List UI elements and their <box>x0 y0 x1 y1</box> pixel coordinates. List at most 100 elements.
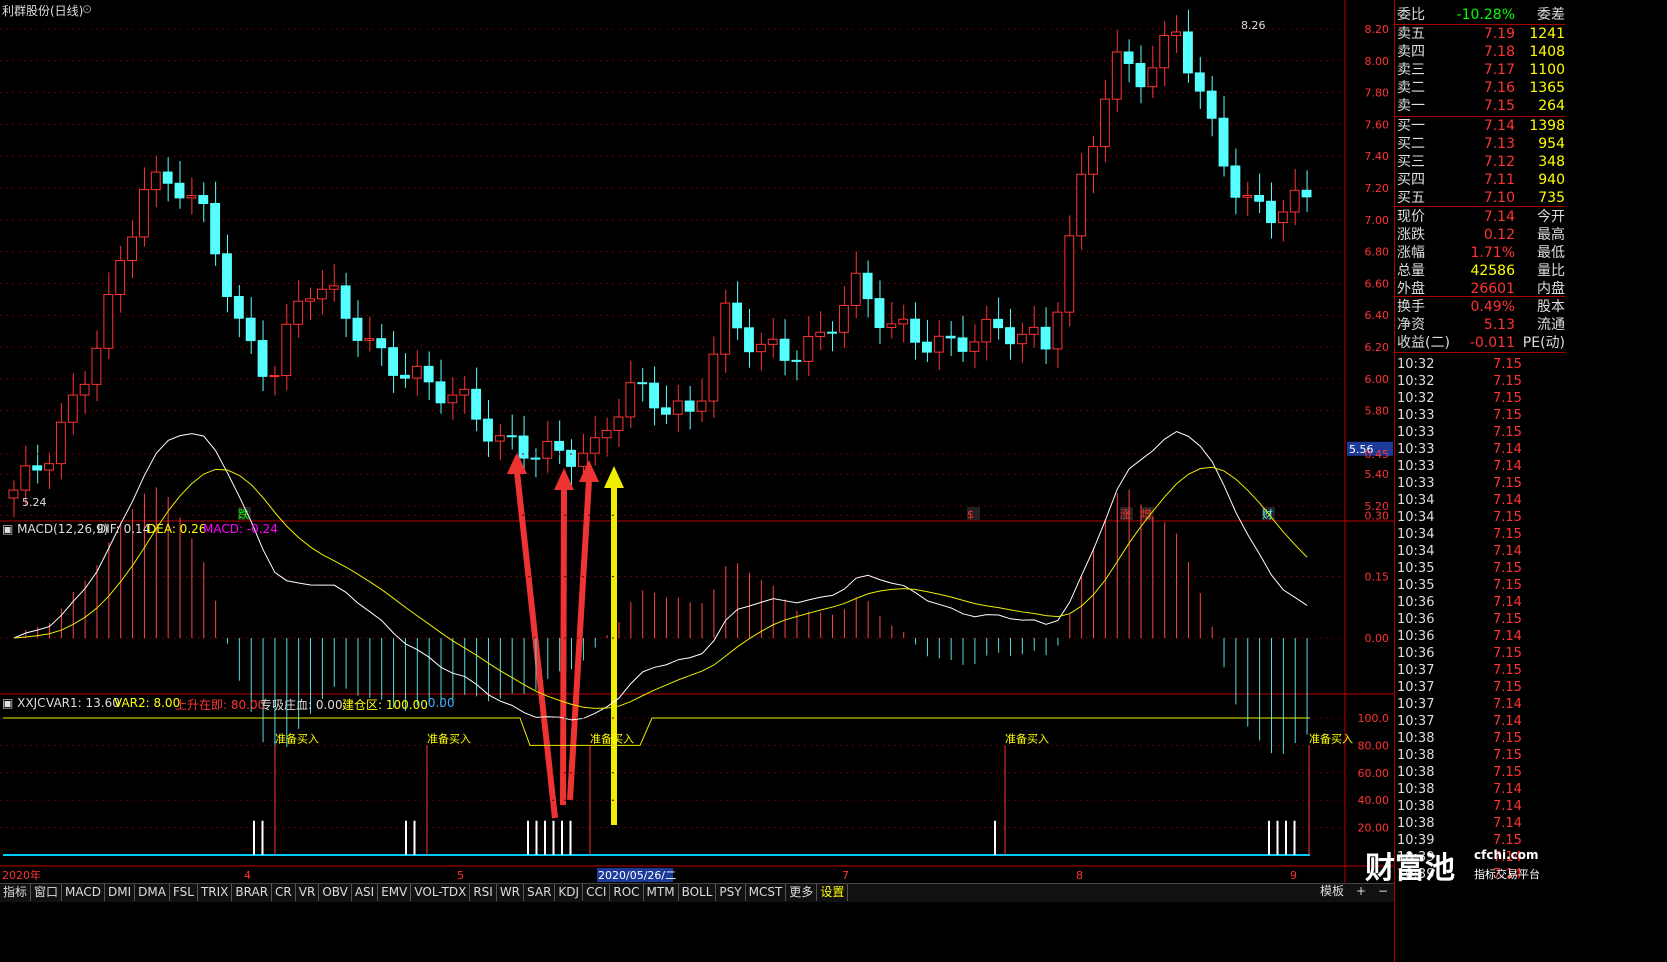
signal-arrowhead <box>554 468 574 490</box>
candle-body <box>305 298 315 302</box>
chevron-down-icon[interactable]: ⊙ <box>82 2 92 16</box>
kline-chart-area[interactable]: 8.20 8.00 7.80 7.60 7.40 7.20 7.00 6.80 6.60 6.40… <box>0 0 1394 883</box>
tick-price: 7.15 <box>1493 527 1522 542</box>
tab-指标[interactable]: 指标 <box>0 884 32 901</box>
candle-body <box>933 335 944 353</box>
tick-price: 7.15 <box>1493 731 1522 746</box>
tab-BOLL[interactable]: BOLL <box>679 884 717 901</box>
tick-price: 7.14 <box>1493 442 1522 457</box>
tab-CR[interactable]: CR <box>272 884 296 901</box>
quote-row: 买二 7.13 954 <box>1395 135 1565 153</box>
quote-value: 0.49% <box>1470 299 1515 315</box>
low-price-label: 5.24 <box>22 496 47 509</box>
candle-body <box>494 435 505 442</box>
candle-body <box>1064 235 1075 313</box>
candle-body <box>1159 35 1170 69</box>
tab-OBV[interactable]: OBV <box>319 884 352 901</box>
tab-CCI[interactable]: CCI <box>583 884 611 901</box>
tick-price: 7.14 <box>1493 714 1522 729</box>
tab-RSI[interactable]: RSI <box>470 884 497 901</box>
tick-time: 10:38 <box>1397 816 1435 831</box>
candle-body <box>791 359 802 362</box>
quote-volume: 流通 <box>1537 317 1565 333</box>
tick-time: 10:35 <box>1397 561 1435 576</box>
quote-row: 买四 7.11 940 <box>1395 171 1565 189</box>
tab-VR[interactable]: VR <box>296 884 320 901</box>
tick-row: 10:38 7.15 <box>1395 764 1565 781</box>
tick-time: 10:33 <box>1397 425 1435 440</box>
quote-volume: 264 <box>1538 98 1565 114</box>
tab-WR[interactable]: WR <box>497 884 525 901</box>
tick-row: 10:33 7.15 <box>1395 424 1565 441</box>
tick-time: 10:33 <box>1397 442 1435 457</box>
template-button[interactable]: 模板 <box>1320 883 1344 901</box>
tab-MCST[interactable]: MCST <box>746 884 787 901</box>
quote-label: 买一 <box>1397 118 1425 134</box>
quote-row: 换手 0.49% 股本 <box>1395 298 1565 316</box>
signal-label: 准备买入 <box>1309 731 1353 745</box>
quote-divider <box>1395 24 1565 25</box>
candle-body <box>1111 51 1122 100</box>
tab-KDJ[interactable]: KDJ <box>555 884 584 901</box>
candle-body <box>376 338 387 349</box>
candle-body <box>732 302 743 329</box>
quote-value: 42586 <box>1470 263 1515 279</box>
tab-ROC[interactable]: ROC <box>610 884 644 901</box>
tab-FSL[interactable]: FSL <box>170 884 198 901</box>
tab-MACD[interactable]: MACD <box>62 884 106 901</box>
tick-time: 10:32 <box>1397 391 1435 406</box>
tab-MTM[interactable]: MTM <box>644 884 679 901</box>
quote-value: 7.19 <box>1483 26 1515 42</box>
price-tick-label: 6.80 <box>1365 246 1390 259</box>
candle-body <box>245 317 256 342</box>
candle-body <box>601 429 612 439</box>
tick-row: 10:32 7.15 <box>1395 356 1565 373</box>
tab-BRAR[interactable]: BRAR <box>232 884 273 901</box>
tab-VOL-TDX[interactable]: VOL-TDX <box>411 884 471 901</box>
price-tick-label: 6.20 <box>1365 341 1390 354</box>
tab-DMA[interactable]: DMA <box>135 884 170 901</box>
quote-value: 0.12 <box>1483 227 1515 243</box>
tick-time: 10:34 <box>1397 510 1435 525</box>
candle-body <box>637 382 648 385</box>
tab-窗口[interactable]: 窗口 <box>31 884 63 901</box>
tick-row: 10:38 7.14 <box>1395 781 1565 798</box>
tick-row: 10:36 7.15 <box>1395 645 1565 662</box>
candle-body <box>661 407 671 415</box>
candle-body <box>352 317 363 341</box>
tab-设置[interactable]: 设置 <box>817 884 849 901</box>
tab-TRIX[interactable]: TRIX <box>198 884 233 901</box>
quote-label: 买二 <box>1397 136 1425 152</box>
candle-body <box>269 375 280 378</box>
quote-label: 换手 <box>1397 299 1425 315</box>
quote-volume: 1408 <box>1529 44 1565 60</box>
tab-更多[interactable]: 更多 <box>786 884 818 901</box>
quote-volume: 今开 <box>1537 209 1565 225</box>
tick-price: 7.15 <box>1493 833 1522 848</box>
quote-value: 5.13 <box>1483 317 1515 333</box>
tab-PSY[interactable]: PSY <box>716 884 746 901</box>
tab-EMV[interactable]: EMV <box>378 884 412 901</box>
quote-label: 涨跌 <box>1397 227 1425 243</box>
date-tick-label: 7 <box>842 869 849 882</box>
price-tick-label: 6.40 <box>1365 309 1390 322</box>
tab-SAR[interactable]: SAR <box>524 884 556 901</box>
candle-body <box>1171 31 1181 37</box>
xxjc-up: 上升在即: 80.00 <box>175 698 266 712</box>
candle-body <box>459 388 470 396</box>
tab-DMI[interactable]: DMI <box>105 884 136 901</box>
quote-volume: 735 <box>1538 190 1565 206</box>
candle-body <box>838 304 849 333</box>
candle-body <box>922 341 932 353</box>
candle-body <box>1147 67 1158 88</box>
event-mark: 财 <box>1262 507 1273 521</box>
quote-divider <box>1395 116 1565 117</box>
tick-row: 10:33 7.15 <box>1395 475 1565 492</box>
signal-arrow <box>560 487 567 806</box>
candle-body <box>162 171 173 184</box>
tick-time: 10:33 <box>1397 408 1435 423</box>
macd-tick-label: 0.30 <box>1365 509 1390 522</box>
quote-volume: 最低 <box>1537 245 1565 261</box>
tab-ASI[interactable]: ASI <box>352 884 379 901</box>
candle-body <box>8 489 19 499</box>
